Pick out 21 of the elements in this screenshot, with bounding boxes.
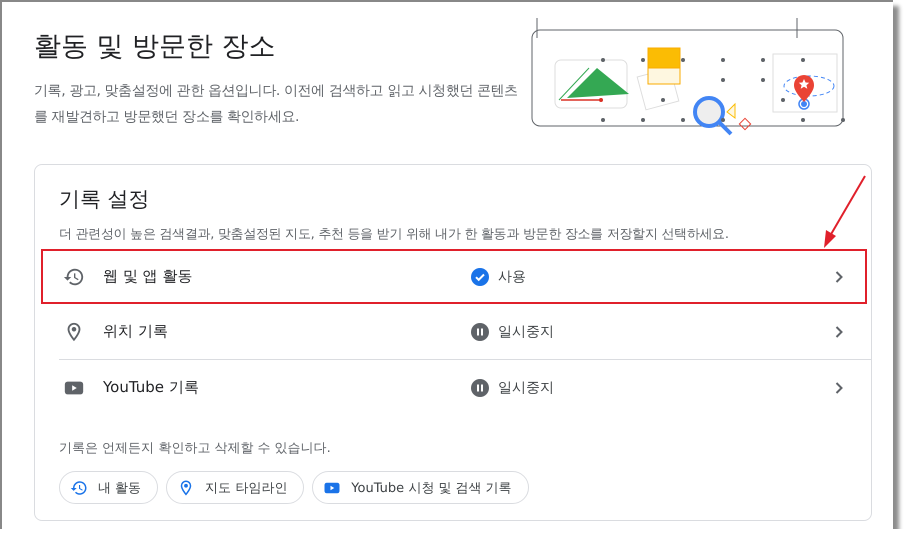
- setting-status: 일시중지: [498, 378, 555, 396]
- chevron-right-icon: [835, 382, 843, 394]
- setting-label: 위치 기록: [103, 322, 169, 341]
- setting-label: 웹 및 앱 활동: [103, 267, 194, 286]
- card-title: 기록 설정: [59, 186, 151, 213]
- page-title: 활동 및 방문한 장소: [34, 30, 277, 64]
- chevron-right-icon: [835, 270, 843, 282]
- setting-row[interactable]: 위치 기록 일시중지: [41, 304, 867, 359]
- link-chip[interactable]: 내 활동: [59, 471, 158, 504]
- footer-note: 기록은 언제든지 확인하고 삭제할 수 있습니다.: [59, 440, 332, 457]
- setting-status: 일시중지: [498, 322, 555, 340]
- setting-status: 사용: [498, 268, 527, 286]
- page-description: 기록, 광고, 맞춤설정에 관한 옵션입니다. 이전에 검색하고 읽고 시청했던 콘텐츠를 재발견하고 방문했던 장소를 확인하세요.: [34, 82, 519, 127]
- chevron-right-icon: [835, 326, 843, 338]
- link-chip[interactable]: YouTube 시청 및 검색 기록: [312, 471, 529, 504]
- link-chip[interactable]: 지도 타임라인: [166, 471, 304, 504]
- card-description: 더 관련성이 높은 검색결과, 맞춤설정된 지도, 추천 등을 받기 위해 내가 한 활동과 방문한 장소를 저장할지 선택하세요.: [59, 226, 730, 243]
- history-icon: [70, 478, 88, 496]
- setting-label: YouTube 기록: [103, 378, 200, 397]
- highlighted-setting-row[interactable]: 웹 및 앱 활동 사용: [41, 249, 867, 304]
- setting-row[interactable]: YouTube 기록 일시중지: [41, 360, 867, 415]
